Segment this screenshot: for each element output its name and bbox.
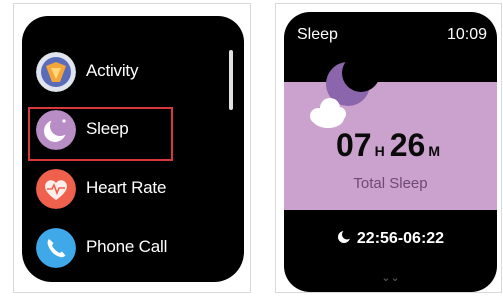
- heart-rate-icon: [36, 169, 76, 209]
- total-sleep-caption: Total Sleep: [353, 175, 428, 192]
- hours-unit: H: [374, 143, 385, 159]
- hours-value: 07: [336, 127, 372, 163]
- phone-call-icon: [36, 228, 76, 268]
- menu-item-label: Phone Call: [86, 237, 168, 256]
- total-sleep-value: 07 H 26 M: [284, 127, 497, 164]
- moon-cloud-icon: [310, 54, 380, 128]
- clock-time: 10:09: [446, 26, 487, 43]
- menu-item-activity[interactable]: Activity: [34, 49, 224, 97]
- menu-item-label: Heart Rate: [86, 178, 167, 197]
- moon-icon: [337, 229, 352, 243]
- minutes-unit: M: [428, 143, 440, 159]
- menu-item-label: Activity: [86, 61, 139, 80]
- sleep-range-text: 22:56-06:22: [356, 230, 445, 247]
- minutes-value: 26: [389, 127, 426, 163]
- screen-title: Sleep: [297, 26, 338, 43]
- sleep-time-range: 22:56-06:22: [284, 229, 497, 248]
- scroll-down-icon[interactable]: ⌄⌄: [284, 271, 497, 284]
- watch-sleep-screen: Sleep 10:09 07 H 26 M Total Sleep 22:56-06:…: [284, 12, 497, 292]
- selected-item-highlight: [28, 107, 173, 161]
- scrollbar[interactable]: [229, 50, 233, 110]
- menu-item-phone-call[interactable]: Phone Call: [34, 225, 224, 273]
- activity-icon: [36, 52, 76, 92]
- menu-item-heart-rate[interactable]: Heart Rate: [34, 166, 224, 214]
